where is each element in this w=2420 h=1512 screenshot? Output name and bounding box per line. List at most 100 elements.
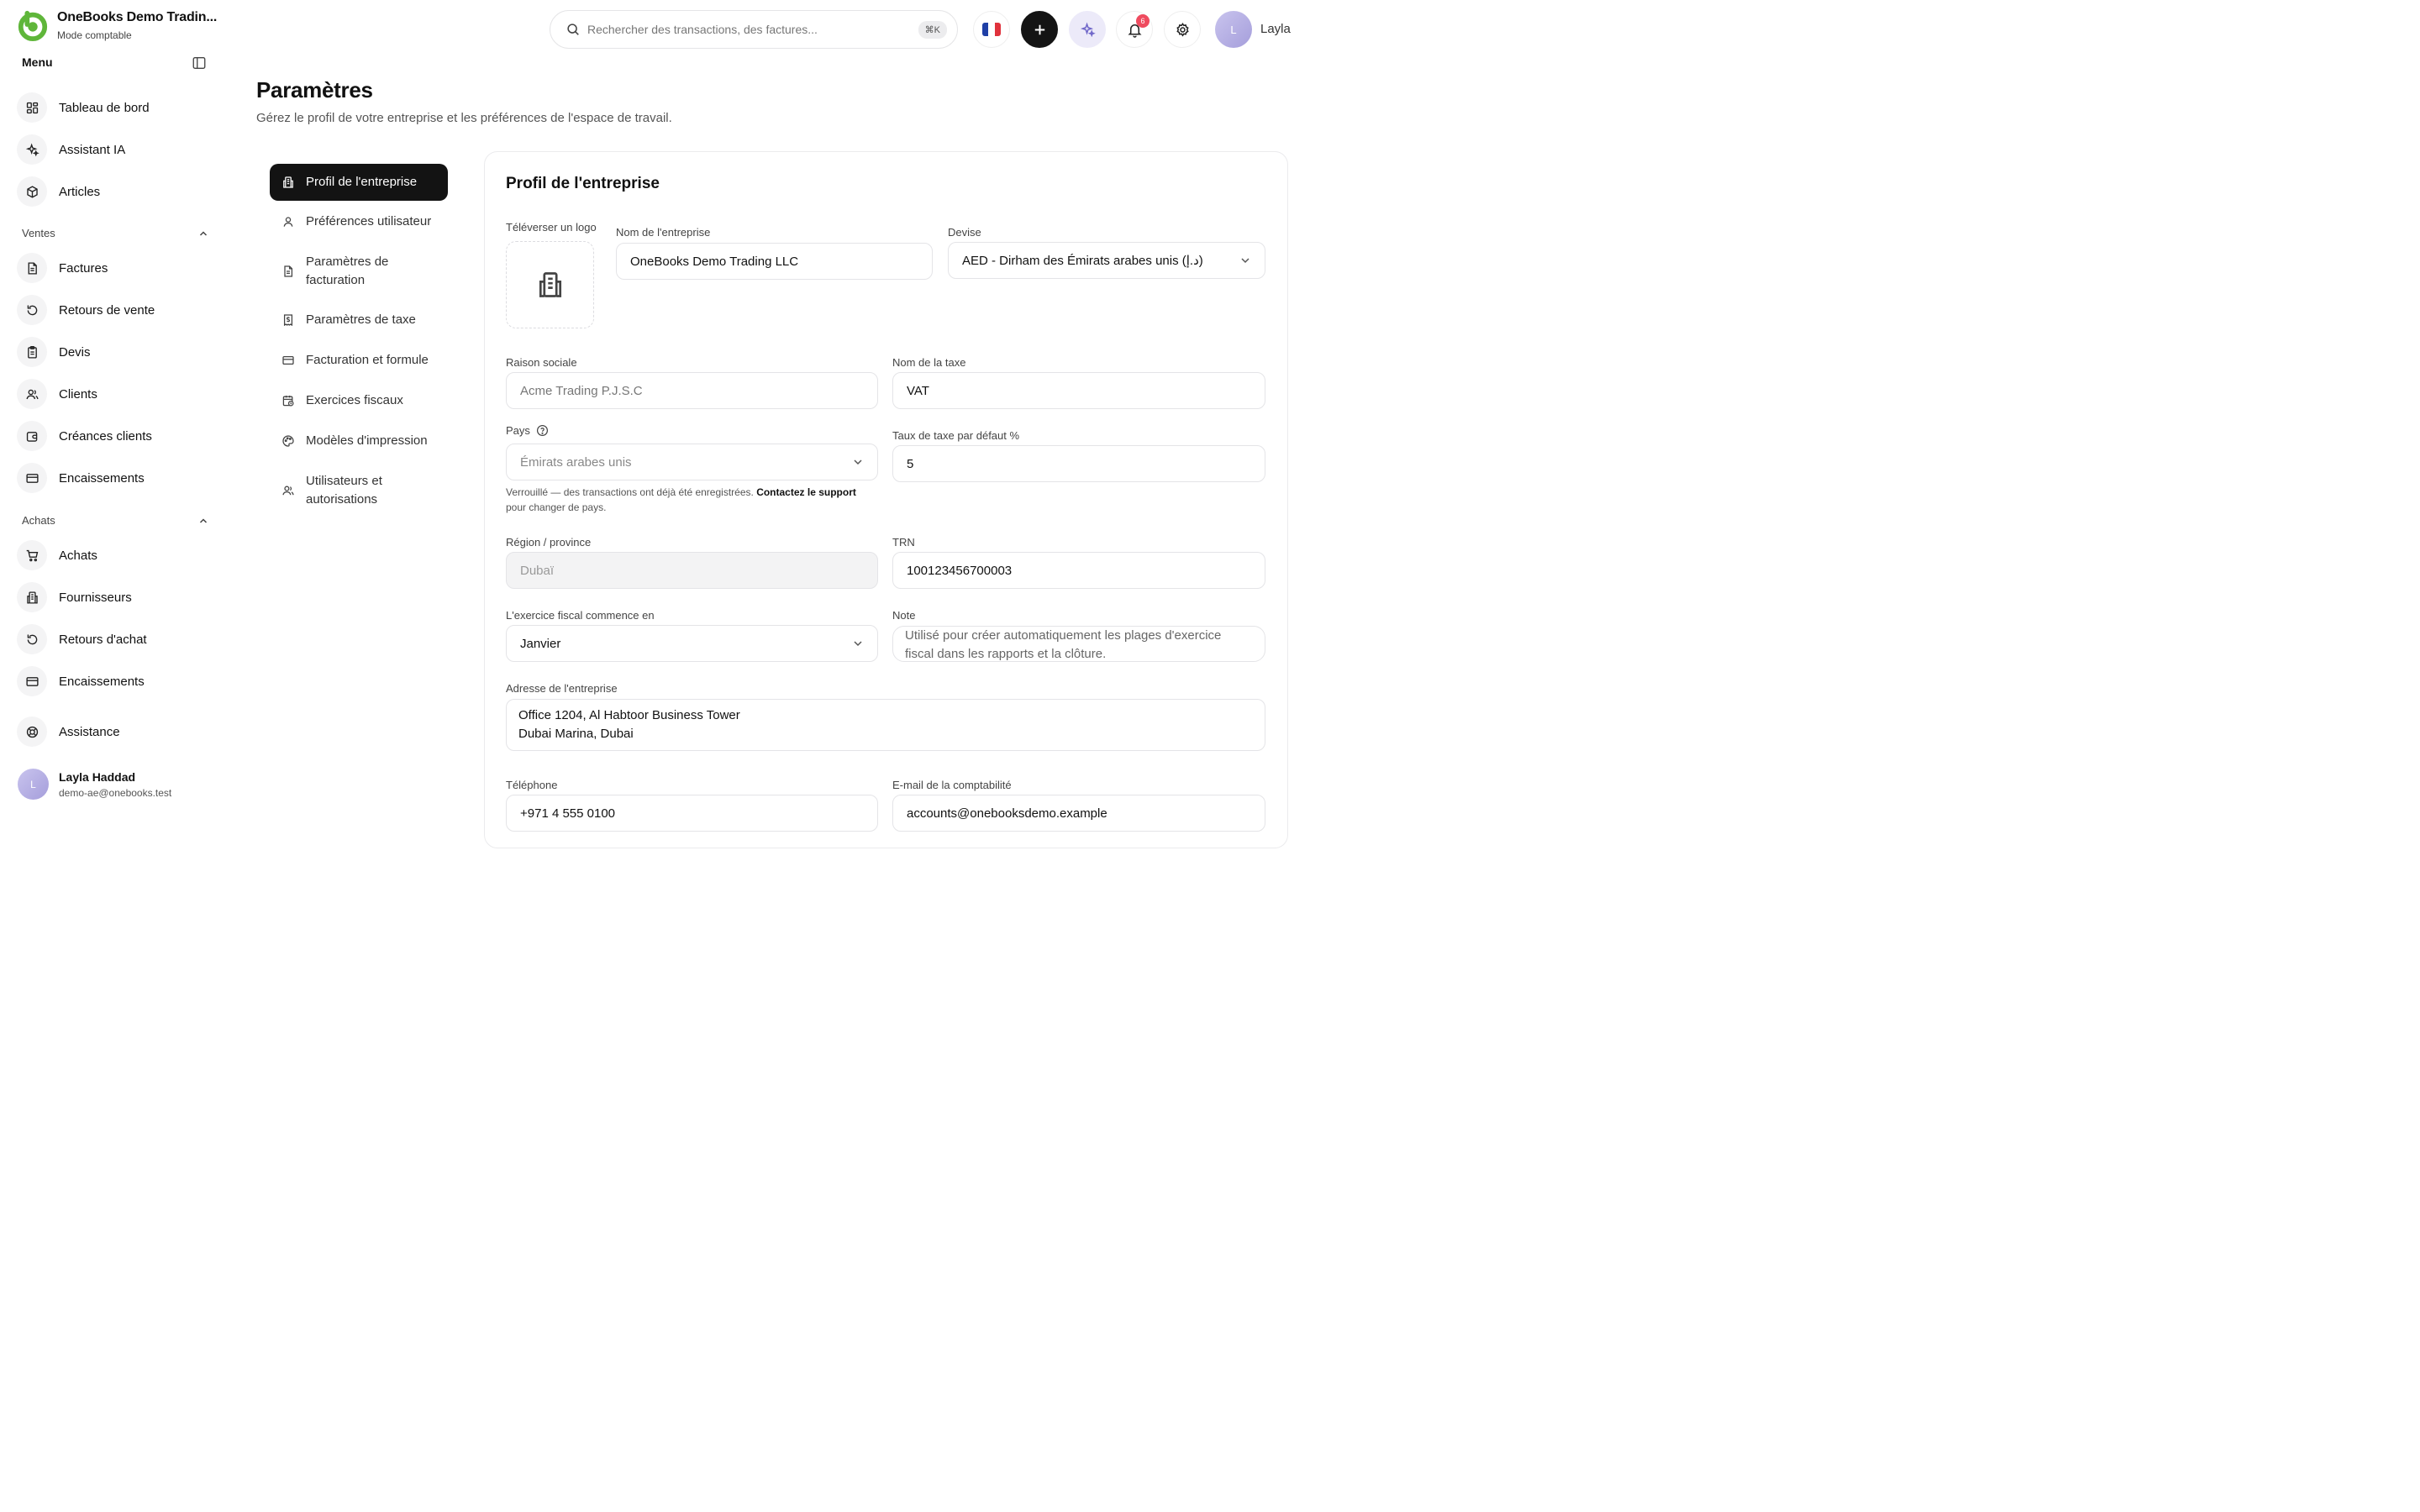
default-tax-value: 5 (907, 456, 914, 471)
phone-label: Téléphone (506, 779, 558, 791)
settings-nav-company-profile[interactable]: Profil de l'entreprise (270, 164, 448, 201)
users-icon (17, 379, 47, 409)
clipboard-icon (17, 337, 47, 367)
currency-value: AED - Dirham des Émirats arabes unis (د.… (962, 254, 1203, 268)
sidebar-item-receipts[interactable]: Encaissements (17, 462, 210, 494)
building-icon (283, 176, 293, 188)
sidebar-item-purchase-returns[interactable]: Retours d'achat (17, 623, 210, 655)
address-line-2: Dubai Marina, Dubai (518, 727, 634, 741)
settings-nav-label: Exercices fiscaux (306, 393, 403, 407)
sidebar-item-label: Retours d'achat (59, 632, 147, 647)
settings-nav-tax-settings[interactable]: Paramètres de taxe (270, 311, 448, 329)
sidebar-item-articles[interactable]: Articles (17, 176, 210, 207)
help-circle-icon[interactable] (536, 424, 549, 437)
menu-title: Menu (22, 55, 53, 69)
palette-icon (282, 435, 294, 447)
phone-value: +971 4 555 0100 (520, 806, 616, 821)
sidebar-item-receivables[interactable]: Créances clients (17, 420, 210, 452)
sidebar-item-label: Fournisseurs (59, 590, 132, 605)
sidebar-item-support[interactable]: Assistance (17, 716, 210, 748)
sidebar-item-dashboard[interactable]: Tableau de bord (17, 92, 210, 123)
tax-name-field[interactable]: VAT (892, 372, 1265, 409)
settings-nav-billing-settings[interactable]: Paramètres de facturation (270, 253, 421, 290)
cart-icon (17, 540, 47, 570)
currency-label: Devise (948, 226, 981, 239)
search-shortcut: ⌘K (918, 20, 947, 39)
country-help-text: Verrouillé — des transactions ont déjà é… (506, 486, 754, 498)
default-tax-field[interactable]: 5 (892, 445, 1265, 482)
settings-nav-billing-plan[interactable]: Facturation et formule (270, 351, 448, 370)
sidebar-item-sales-returns[interactable]: Retours de vente (17, 294, 210, 326)
trn-value: 100123456700003 (907, 563, 1013, 578)
create-button[interactable] (1021, 11, 1058, 48)
country-select[interactable]: Émirats arabes unis (506, 444, 878, 480)
sidebar-item-payments[interactable]: Encaissements (17, 665, 210, 697)
sidebar-item-clients[interactable]: Clients (17, 378, 210, 410)
logo-upload-dropzone[interactable] (506, 241, 594, 328)
section-purchases-title: Achats (22, 514, 55, 527)
legal-name-field[interactable]: Acme Trading P.J.S.C (506, 372, 878, 409)
phone-field[interactable]: +971 4 555 0100 (506, 795, 878, 832)
search-input[interactable] (587, 23, 918, 36)
brand-name: OneBooks Demo Tradin... (57, 9, 218, 24)
section-sales-header[interactable]: Ventes (22, 227, 208, 239)
currency-select[interactable]: AED - Dirham des Émirats arabes unis (د.… (948, 242, 1265, 279)
lifebuoy-icon (17, 717, 47, 747)
address-line-1: Office 1204, Al Habtoor Business Tower (518, 708, 740, 722)
accounting-email-field[interactable]: accounts@onebooksdemo.example (892, 795, 1265, 832)
settings-nav-label: Préférences utilisateur (306, 214, 432, 228)
page-title: Paramètres (256, 77, 373, 102)
settings-nav-label: Facturation et formule (306, 353, 429, 367)
note-field[interactable]: Utilisé pour créer automatiquement les p… (892, 626, 1265, 662)
sidebar: OneBooks Demo Tradin... Mode comptable M… (0, 0, 225, 823)
settings-nav-fiscal-years[interactable]: Exercices fiscaux (270, 391, 448, 410)
top-user-name[interactable]: Layla (1260, 22, 1291, 36)
avatar[interactable]: L (1215, 11, 1252, 48)
page-subtitle: Gérez le profil de votre entreprise et l… (256, 111, 672, 125)
search-bar[interactable]: ⌘K (550, 10, 958, 49)
sidebar-item-quotes[interactable]: Devis (17, 336, 210, 368)
country-help-suffix: pour changer de pays. (506, 501, 607, 513)
fiscal-start-label: L'exercice fiscal commence en (506, 609, 655, 622)
brand[interactable]: OneBooks Demo Tradin... Mode comptable (17, 9, 217, 41)
settings-nav-label: Profil de l'entreprise (306, 175, 418, 189)
company-name-label: Nom de l'entreprise (616, 226, 711, 239)
notifications-button[interactable]: 6 (1116, 11, 1153, 48)
address-textarea[interactable]: Office 1204, Al Habtoor Business Tower D… (506, 699, 1265, 751)
sparkle-icon (1080, 21, 1096, 37)
language-button[interactable] (973, 11, 1010, 48)
sidebar-item-label: Achats (59, 548, 97, 563)
sidebar-user-card[interactable]: L Layla Haddad demo-ae@onebooks.test (18, 769, 171, 800)
section-sales-title: Ventes (22, 227, 55, 239)
ai-assistant-button[interactable] (1069, 11, 1106, 48)
settings-nav-print-templates[interactable]: Modèles d'impression (270, 432, 448, 450)
calendar-icon (282, 396, 294, 407)
company-name-value: OneBooks Demo Trading LLC (630, 254, 799, 269)
settings-nav-user-preferences[interactable]: Préférences utilisateur (270, 213, 448, 231)
sidebar-item-label: Créances clients (59, 428, 152, 444)
sidebar-item-purchases[interactable]: Achats (17, 539, 210, 571)
contact-support-link[interactable]: Contactez le support (756, 486, 856, 498)
avatar: L (18, 769, 49, 800)
trn-field[interactable]: 100123456700003 (892, 552, 1265, 589)
building-icon (539, 272, 561, 297)
settings-nav-users-permissions[interactable]: Utilisateurs et autorisations (270, 472, 421, 509)
sparkle-icon (17, 134, 47, 165)
sidebar-toggle-icon[interactable] (192, 55, 207, 71)
app-root: OneBooks Demo Tradin... Mode comptable M… (0, 0, 1318, 848)
search-icon (567, 24, 579, 35)
region-field[interactable]: Dubaï (506, 552, 878, 589)
settings-button[interactable] (1164, 11, 1201, 48)
gear-icon (1176, 22, 1189, 37)
sidebar-item-suppliers[interactable]: Fournisseurs (17, 581, 210, 613)
section-purchases-header[interactable]: Achats (22, 514, 208, 527)
chevron-down-icon (1241, 258, 1249, 264)
company-name-field[interactable]: OneBooks Demo Trading LLC (616, 243, 933, 280)
tax-name-label: Nom de la taxe (892, 356, 966, 369)
box-icon (17, 176, 47, 207)
fiscal-start-select[interactable]: Janvier (506, 625, 878, 662)
sidebar-item-invoices[interactable]: Factures (17, 252, 210, 284)
accounting-email-value: accounts@onebooksdemo.example (907, 806, 1107, 821)
region-value: Dubaï (520, 563, 555, 578)
sidebar-item-ai-assistant[interactable]: Assistant IA (17, 134, 210, 165)
